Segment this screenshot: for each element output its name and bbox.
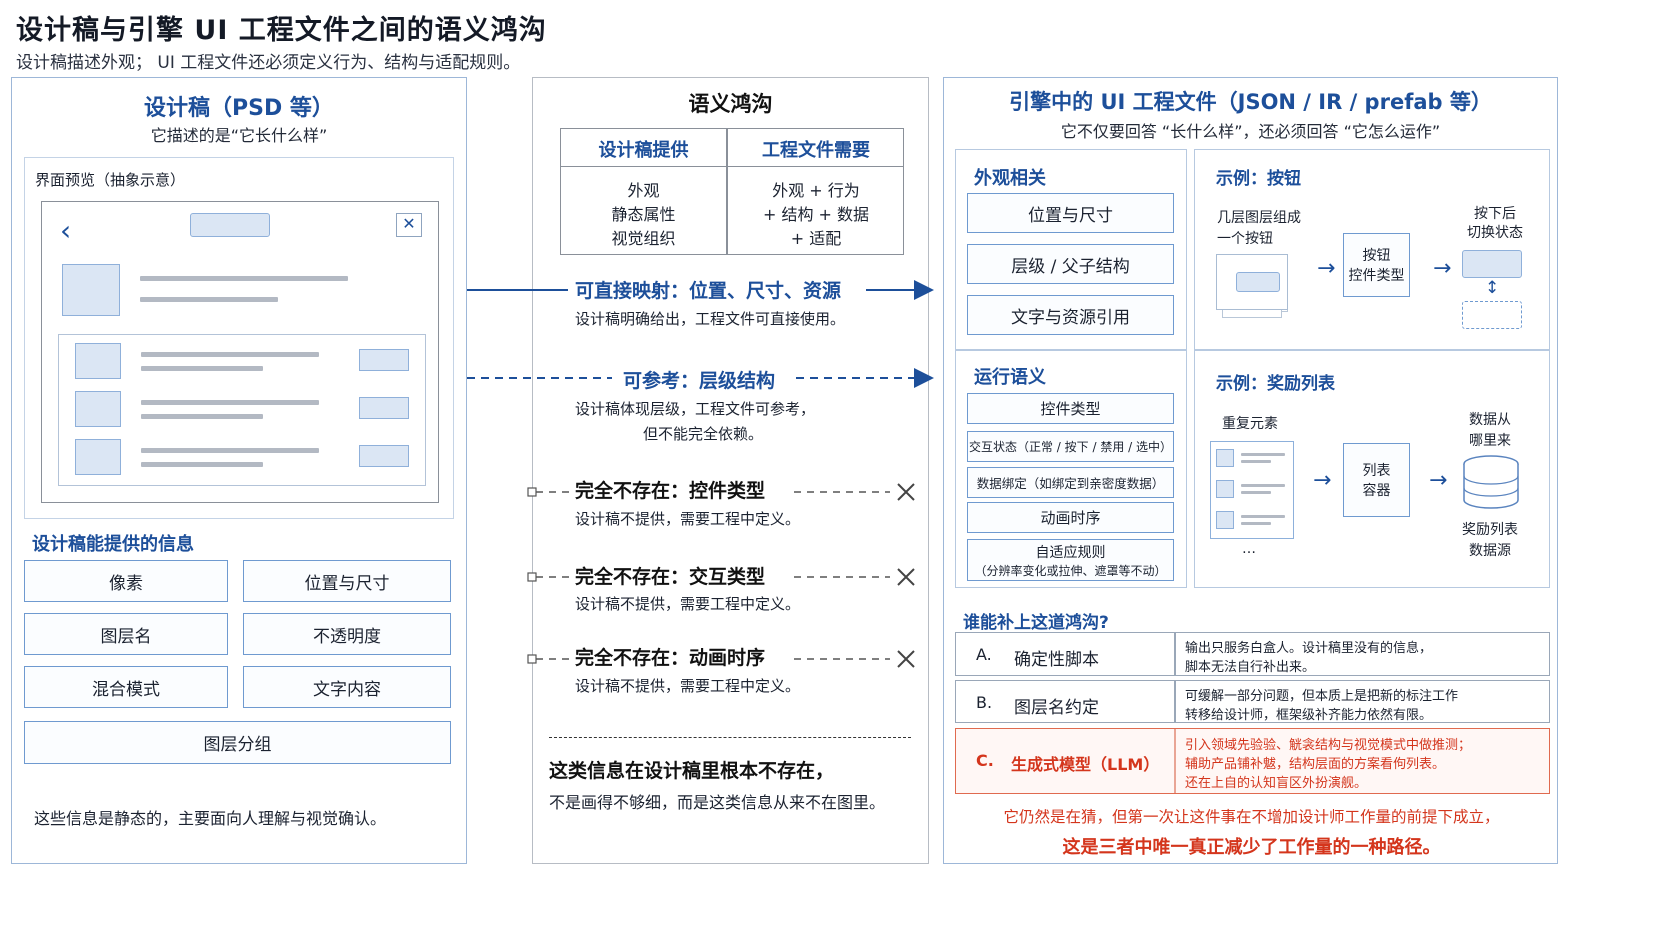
example-list-right-bot-2: 数据源 (1469, 543, 1511, 559)
button-control-type: 按钮 控件类型 (1343, 233, 1410, 297)
who-header: 谁能补上这道鸿沟? (963, 613, 1109, 633)
example-list-header: 示例：奖励列表 (1216, 374, 1335, 394)
repeat-thumb (1216, 449, 1234, 467)
runtime-item-data-binding: 数据绑定（如绑定到亲密度数据） (967, 467, 1174, 498)
missing-start-node (527, 654, 537, 664)
option-b-name: 图层名约定 (1014, 698, 1099, 718)
appearance-item-hierarchy: 层级 / 父子结构 (967, 244, 1174, 284)
repeat-line (1241, 515, 1285, 518)
list-container: 列表 容器 (1343, 443, 1410, 517)
option-c-desc2: 辅助产品铺补魃，结构层面的方案看佝列表。 (1185, 757, 1446, 772)
runtime-item-interaction-state: 交互状态（正常 / 按下 / 禁用 / 选中） (967, 431, 1174, 462)
button-control-type-label: 按钮 (1362, 248, 1391, 264)
appearance-section: 外观相关 位置与尺寸 层级 / 父子结构 文字与资源引用 (955, 149, 1187, 350)
runtime-item-animation: 动画时序 (967, 502, 1174, 533)
option-c-desc3: 还在上自的认知盲区外扮演舰。 (1185, 776, 1368, 791)
repeat-line (1241, 522, 1271, 525)
arrow-right-icon: → (1317, 256, 1336, 281)
option-b-desc2: 转移给设计师，框架级补齐能力依然有限。 (1185, 708, 1433, 723)
example-list-right-top-2: 哪里来 (1469, 433, 1511, 449)
cross-icon (897, 650, 915, 668)
layer-stack-button (1236, 272, 1280, 292)
arrow-right-icon: → (1433, 256, 1452, 281)
list-container-sub: 容器 (1362, 483, 1391, 499)
option-c-desc1: 引入领域先验验、觥衾结构与视觉模式中做推测； (1185, 738, 1472, 753)
missing-start-node (527, 572, 537, 582)
example-list-left: 重复元素 (1222, 416, 1278, 432)
example-button-section: 示例：按钮 几层图层组成 一个按钮 → 按钮 控件类型 → 按下后 切换状态 ↕ (1194, 149, 1550, 350)
final-note-2: 这是三者中唯一真正减少了工作量的一种路径。 (1062, 837, 1441, 858)
option-a-desc1: 输出只服务白盒人。设计稿里没有的信息， (1185, 641, 1433, 656)
example-button-left-2: 一个按钮 (1217, 231, 1273, 247)
option-c: C. 生成式模型（LLM） 引入领域先验验、觥衾结构与视觉模式中做推测； 辅助产… (955, 728, 1550, 794)
runtime-adaptive-note: （分辨率变化或拉伸、遮罩等不动） (974, 563, 1167, 578)
runtime-header: 运行语义 (974, 367, 1046, 388)
engine-panel-title: 引擎中的 UI 工程文件（JSON / IR / prefab 等） (1009, 90, 1492, 114)
example-button-right-1: 按下后 (1474, 206, 1516, 222)
appearance-item-position: 位置与尺寸 (967, 193, 1174, 233)
arrow-right-icon: → (1313, 468, 1332, 493)
appearance-header: 外观相关 (974, 168, 1046, 189)
cross-icon (897, 568, 915, 586)
button-control-type-sub: 控件类型 (1348, 268, 1405, 284)
runtime-section: 运行语义 控件类型 交互状态（正常 / 按下 / 禁用 / 选中） 数据绑定（如… (955, 350, 1187, 588)
option-c-letter: C. (976, 751, 994, 770)
example-button-left-1: 几层图层组成 (1217, 210, 1301, 226)
example-list-right-top-1: 数据从 (1469, 412, 1511, 428)
runtime-item-adaptive: 自适应规则 （分辨率变化或拉伸、遮罩等不动） (967, 539, 1174, 581)
missing-start-node (527, 487, 537, 497)
cross-icon (897, 483, 915, 501)
repeat-elements (1210, 441, 1294, 539)
repeat-line (1241, 460, 1271, 463)
list-container-label: 列表 (1362, 463, 1391, 479)
repeat-ellipsis: … (1242, 541, 1256, 557)
engine-panel-subtitle: 它不仅要回答 “长什么样”，还必须回答 “它怎么运作” (1060, 122, 1441, 141)
repeat-line (1241, 453, 1285, 456)
runtime-adaptive-title: 自适应规则 (1035, 544, 1106, 561)
arrow-right-icon: → (1429, 468, 1448, 493)
example-list-section: 示例：奖励列表 重复元素 … → 列表 容器 → 数据从 哪里来 奖励列表 数据… (1194, 350, 1550, 588)
option-a: A. 确定性脚本 输出只服务白盒人。设计稿里没有的信息， 脚本无法自行补出来。 (955, 632, 1550, 676)
option-b: B. 图层名约定 可缓解一部分问题，但本质上是把新的标注工作 转移给设计师，框架… (955, 680, 1550, 723)
engine-panel: 引擎中的 UI 工程文件（JSON / IR / prefab 等） 它不仅要回… (943, 77, 1558, 864)
toggle-arrow-icon: ↕ (1485, 278, 1500, 298)
option-a-desc2: 脚本无法自行补出来。 (1185, 660, 1316, 675)
state-pressed (1462, 301, 1522, 329)
option-a-letter: A. (976, 645, 992, 664)
option-b-desc1: 可缓解一部分问题，但本质上是把新的标注工作 (1185, 689, 1459, 704)
repeat-line (1241, 484, 1285, 487)
final-note-1: 它仍然是在猜，但第一次让这件事在不增加设计师工作量的前提下成立， (1003, 808, 1500, 826)
repeat-thumb (1216, 480, 1234, 498)
state-normal (1462, 250, 1522, 278)
example-button-right-2: 切换状态 (1467, 225, 1523, 241)
repeat-line (1241, 491, 1271, 494)
appearance-item-resources: 文字与资源引用 (967, 295, 1174, 335)
option-a-name: 确定性脚本 (1014, 650, 1099, 670)
database-icon (1463, 455, 1519, 509)
example-list-right-bot-1: 奖励列表 (1462, 522, 1518, 538)
repeat-thumb (1216, 511, 1234, 529)
runtime-item-control-type: 控件类型 (967, 393, 1174, 424)
option-c-name: 生成式模型（LLM） (1011, 755, 1160, 774)
option-b-letter: B. (976, 693, 993, 712)
example-button-header: 示例：按钮 (1216, 169, 1301, 189)
